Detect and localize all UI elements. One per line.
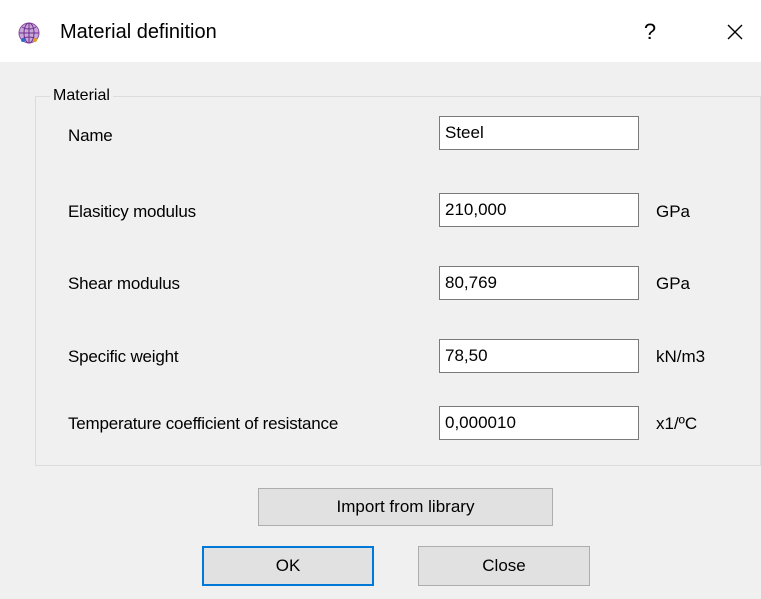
elasticity-modulus-unit: GPa xyxy=(656,202,691,221)
specific-weight-label: Specific weight xyxy=(68,347,179,366)
name-field[interactable] xyxy=(439,116,639,150)
import-from-library-button[interactable]: Import from library xyxy=(258,488,553,526)
window-title: Material definition xyxy=(60,21,217,43)
title-bar: Material definition ? xyxy=(0,0,761,62)
elasticity-modulus-field[interactable] xyxy=(439,193,639,227)
material-group-legend: Material xyxy=(50,87,113,105)
close-icon xyxy=(727,24,743,40)
elasticity-modulus-label: Elasiticy modulus xyxy=(68,202,196,221)
name-label: Name xyxy=(68,126,113,145)
shear-modulus-label: Shear modulus xyxy=(68,274,180,293)
ok-button[interactable]: OK xyxy=(202,546,374,586)
close-button[interactable]: Close xyxy=(418,546,590,586)
temperature-coefficient-unit: x1/ºC xyxy=(656,414,698,433)
shear-modulus-unit: GPa xyxy=(656,274,691,293)
globe-app-icon xyxy=(18,22,40,44)
specific-weight-field[interactable] xyxy=(439,339,639,373)
close-window-button[interactable] xyxy=(713,14,757,50)
temperature-coefficient-field[interactable] xyxy=(439,406,639,440)
help-button[interactable]: ? xyxy=(632,14,668,50)
temperature-coefficient-label: Temperature coefficient of resistance xyxy=(68,414,339,433)
specific-weight-unit: kN/m3 xyxy=(656,347,706,366)
shear-modulus-field[interactable] xyxy=(439,266,639,300)
